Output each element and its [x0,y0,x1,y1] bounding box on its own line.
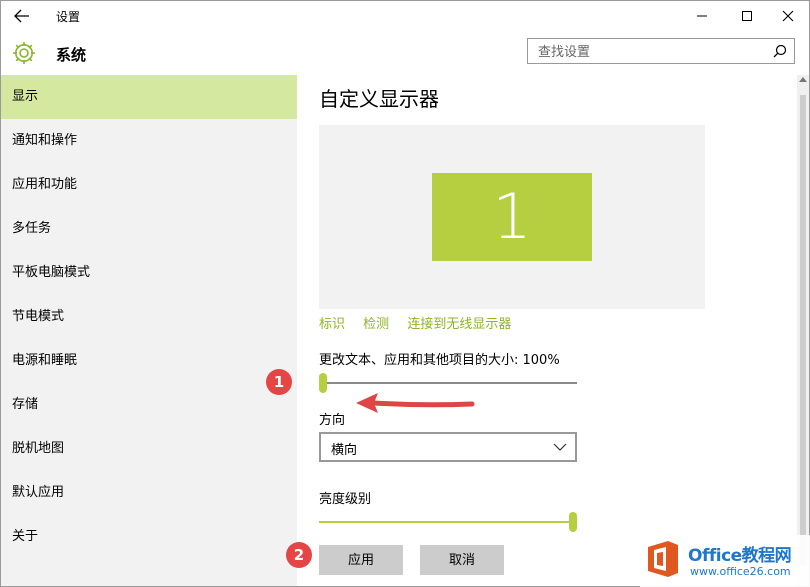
orientation-dropdown[interactable]: 横向 [319,432,577,462]
section-title: 系统 [56,46,87,64]
display-links: 标识 检测 连接到无线显示器 [319,313,525,332]
identify-link[interactable]: 标识 [319,317,345,332]
gear-icon [13,42,35,64]
search-icon [773,44,787,58]
sidebar-item-multitasking[interactable]: 多任务 [1,207,297,251]
sidebar: 显示 通知和操作 应用和功能 多任务 平板电脑模式 节电模式 电源和睡眠 存储 … [1,75,297,586]
search-box[interactable] [527,38,795,64]
sidebar-item-notifications[interactable]: 通知和操作 [1,119,297,163]
watermark-url: www.office26.com [690,565,791,578]
close-icon [782,10,794,22]
sidebar-item-offline-maps[interactable]: 脱机地图 [1,427,297,471]
main-panel: 自定义显示器 1 标识 检测 连接到无线显示器 更改文本、应用和其他项目的大小:… [297,75,797,586]
sidebar-item-about[interactable]: 关于 [1,515,297,559]
sidebar-item-storage[interactable]: 存储 [1,383,297,427]
brightness-slider[interactable] [319,512,577,532]
scale-slider-track [319,382,577,384]
detect-link[interactable]: 检测 [363,317,389,332]
settings-window: 设置 系统 显示 通知和操作 应用和功能 多任务 平板电脑模式 节电模式 电 [0,0,810,587]
orientation-label: 方向 [319,413,346,428]
sidebar-item-default-apps[interactable]: 默认应用 [1,471,297,515]
brightness-label: 亮度级别 [319,492,372,507]
title-bar: 设置 [1,1,809,31]
maximize-button[interactable] [734,5,760,27]
scroll-up-icon[interactable] [799,77,807,82]
chevron-down-icon [553,443,567,451]
watermark: Office教程网 www.office26.com [640,535,810,587]
sidebar-item-tablet-mode[interactable]: 平板电脑模式 [1,251,297,295]
annotation-arrow-icon [356,393,475,413]
sidebar-item-display[interactable]: 显示 [1,75,297,119]
cancel-button[interactable]: 取消 [420,545,504,575]
back-button[interactable] [11,6,33,26]
scale-label: 更改文本、应用和其他项目的大小: 100% [319,353,560,368]
scale-slider-thumb[interactable] [319,373,327,393]
vertical-scrollbar[interactable] [797,75,809,586]
apply-button[interactable]: 应用 [319,545,403,575]
annotation-badge-2: 2 [286,542,312,568]
page-title: 自定义显示器 [319,87,439,111]
connect-wireless-display-link[interactable]: 连接到无线显示器 [407,317,511,332]
monitor-tile[interactable]: 1 [432,173,592,261]
maximize-icon [742,11,752,21]
minimize-icon [697,15,707,17]
watermark-title: Office教程网 [688,546,792,566]
brightness-slider-thumb[interactable] [569,512,577,532]
office-logo-icon [648,541,678,577]
search-input[interactable] [536,42,760,62]
sidebar-item-apps-features[interactable]: 应用和功能 [1,163,297,207]
sidebar-item-power-sleep[interactable]: 电源和睡眠 [1,339,297,383]
back-arrow-icon [14,9,29,23]
monitor-arrangement-area: 1 [319,125,705,309]
window-title: 设置 [56,10,81,24]
brightness-slider-fill [319,521,573,523]
sidebar-item-battery-saver[interactable]: 节电模式 [1,295,297,339]
annotation-badge-1: 1 [266,369,292,395]
scrollbar-thumb[interactable] [800,95,806,565]
minimize-button[interactable] [689,5,715,27]
close-button[interactable] [775,5,801,27]
orientation-value: 横向 [331,443,358,458]
